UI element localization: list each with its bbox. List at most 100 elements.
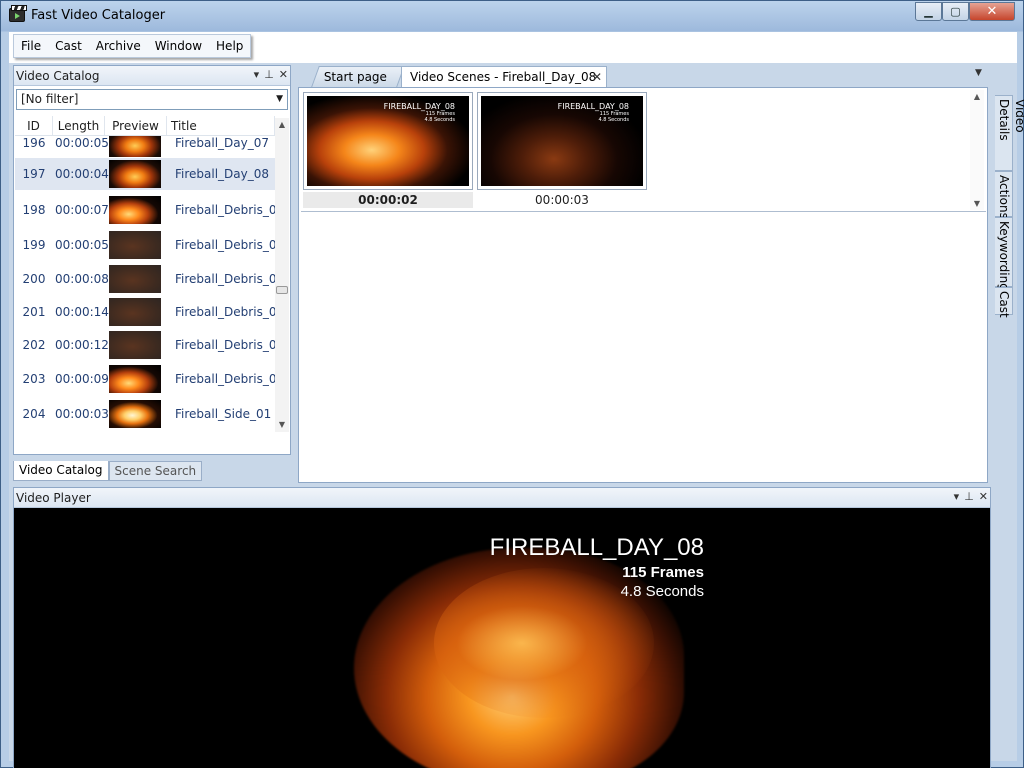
scroll-up-icon[interactable]: ▲ [970, 92, 984, 101]
tab-video-scenes-label: Video Scenes - Fireball_Day_08 [410, 70, 597, 84]
column-title[interactable]: Title [167, 116, 275, 135]
column-preview[interactable]: Preview [105, 116, 167, 135]
panel-close-icon[interactable]: ✕ [979, 490, 988, 503]
scroll-down-icon[interactable]: ▼ [275, 418, 289, 432]
tab-close-icon[interactable]: ✕ [592, 67, 602, 87]
column-length[interactable]: Length [53, 116, 105, 135]
row-length: 00:00:09 [55, 372, 109, 386]
scrollbar-thumb[interactable] [276, 286, 288, 294]
menu-help[interactable]: Help [209, 39, 250, 53]
panel-menu-icon[interactable]: ▾ [954, 490, 960, 503]
table-row[interactable]: 198 00:00:07 Fireball_Debris_01 [15, 193, 277, 226]
video-thumbnail [109, 136, 161, 157]
dock-area: Video Catalog ▾ ⊥ ✕ [No filter] ▼ ID Len… [9, 63, 1024, 768]
video-thumbnail [109, 330, 161, 359]
scene-thumbnail[interactable]: FIREBALL_DAY_08 115 Frames 4.8 Seconds 0… [303, 92, 473, 208]
tab-keywording-label: Keywording [997, 221, 1011, 291]
video-overlay-seconds: 4.8 Seconds [620, 583, 704, 600]
row-id: 197 [22, 167, 46, 181]
row-id: 204 [22, 407, 46, 421]
table-row[interactable]: 196 00:00:05 Fireball_Day_07 [15, 136, 277, 157]
table-row[interactable]: 204 00:00:03 Fireball_Side_01 [15, 397, 277, 431]
row-length: 00:00:05 [55, 136, 109, 150]
row-length: 00:00:07 [55, 202, 109, 217]
tab-start-page-label: Start page [323, 70, 387, 84]
row-title: Fireball_Debris_01 [175, 202, 277, 217]
scene-overlay-title: FIREBALL_DAY_08 [383, 102, 455, 111]
scroll-down-icon[interactable]: ▼ [970, 199, 984, 208]
video-thumbnail [109, 365, 161, 393]
minimize-button[interactable]: ▁ [915, 2, 942, 21]
table-row[interactable]: 202 00:00:12 Fireball_Debris_05 [15, 328, 277, 361]
video-catalog-panel: Video Catalog ▾ ⊥ ✕ [No filter] ▼ ID Len… [13, 65, 291, 455]
video-thumbnail [109, 264, 161, 293]
row-id: 202 [22, 337, 46, 352]
document-tabs: Start page Video Scenes - Fireball_Day_0… [301, 65, 1001, 87]
row-id: 201 [22, 305, 46, 319]
filter-value: [No filter] [21, 92, 79, 106]
row-title: Fireball_Debris_06 [175, 372, 277, 386]
tab-cast-label: Cast [997, 291, 1011, 318]
pin-icon[interactable]: ⊥ [264, 68, 274, 81]
catalog-rows: 196 00:00:05 Fireball_Day_07 197 00:00:0… [15, 136, 277, 432]
scene-thumbnail[interactable]: FIREBALL_DAY_08 115 Frames 4.8 Seconds 0… [477, 92, 647, 208]
row-title: Fireball_Debris_05 [175, 337, 277, 352]
scene-frame: FIREBALL_DAY_08 115 Frames 4.8 Seconds [303, 92, 473, 190]
catalog-scrollbar[interactable]: ▲ ▼ [275, 118, 289, 432]
catalog-bottom-tabs: Video Catalog Scene Search [13, 461, 203, 481]
row-id: 200 [22, 271, 46, 286]
video-surface[interactable]: FIREBALL_DAY_08 115 Frames 4.8 Seconds [14, 508, 990, 768]
video-thumbnail [109, 160, 161, 188]
menu-cast[interactable]: Cast [48, 39, 89, 53]
menu-file[interactable]: File [14, 39, 48, 53]
table-row[interactable]: 203 00:00:09 Fireball_Debris_06 [15, 362, 277, 396]
catalog-grid: ID Length Preview Title 196 00:00:05 Fir… [15, 116, 289, 432]
clapperboard-icon [9, 5, 27, 22]
scene-image: FIREBALL_DAY_08 115 Frames 4.8 Seconds [481, 96, 643, 186]
scene-frame: FIREBALL_DAY_08 115 Frames 4.8 Seconds [477, 92, 647, 190]
panel-menu-icon[interactable]: ▾ [254, 68, 260, 81]
scroll-up-icon[interactable]: ▲ [275, 118, 289, 132]
table-row[interactable]: 199 00:00:05 Fireball_Debris_02 [15, 228, 277, 261]
row-length: 00:00:08 [55, 271, 109, 286]
tab-actions[interactable]: Actions [995, 171, 1013, 219]
title-bar[interactable]: Fast Video Cataloger ▁ ▢ ✕ [1, 1, 1023, 31]
maximize-button[interactable]: ▢ [942, 2, 969, 21]
row-id: 196 [22, 136, 46, 150]
client-area: File Cast Archive Window Help Video Cata… [9, 32, 1024, 768]
video-player-title: Video Player [16, 490, 91, 505]
app-window: Fast Video Cataloger ▁ ▢ ✕ File Cast Arc… [0, 0, 1024, 768]
scene-strip: FIREBALL_DAY_08 115 Frames 4.8 Seconds 0… [301, 90, 986, 212]
row-length: 00:00:05 [55, 237, 109, 252]
tab-video-scenes[interactable]: Video Scenes - Fireball_Day_08 ✕ [401, 66, 607, 87]
close-button[interactable]: ✕ [969, 2, 1015, 21]
pin-icon[interactable]: ⊥ [964, 490, 974, 503]
menu-archive[interactable]: Archive [89, 39, 148, 53]
menu-window[interactable]: Window [148, 39, 209, 53]
panel-close-icon[interactable]: ✕ [279, 68, 288, 81]
filter-dropdown[interactable]: [No filter] ▼ [16, 89, 288, 110]
row-id: 198 [22, 202, 46, 217]
video-player-header: Video Player ▾ ⊥ ✕ [14, 488, 990, 508]
table-row[interactable]: 200 00:00:08 Fireball_Debris_03 [15, 262, 277, 295]
tab-cast[interactable]: Cast [995, 287, 1013, 318]
scene-scrollbar[interactable]: ▲ ▼ [970, 90, 984, 210]
row-length: 00:00:12 [55, 337, 109, 352]
chevron-down-icon: ▼ [276, 94, 283, 104]
table-row-selected[interactable]: 197 00:00:04 Fireball_Day_08 [15, 158, 277, 190]
tab-video-catalog[interactable]: Video Catalog [13, 461, 109, 481]
video-thumbnail [109, 298, 161, 326]
row-title: Fireball_Side_01 [175, 407, 272, 421]
grid-header: ID Length Preview Title [15, 116, 289, 136]
tab-start-page[interactable]: Start page [311, 66, 405, 87]
side-tabs: Video Details Actions Keywording Cast [995, 95, 1024, 318]
document-menu-icon[interactable]: ▼ [975, 68, 982, 78]
video-thumbnail [109, 400, 161, 428]
column-id[interactable]: ID [15, 116, 53, 135]
tab-video-details[interactable]: Video Details [995, 95, 1024, 171]
tab-scene-search[interactable]: Scene Search [108, 461, 203, 481]
scene-overlay: FIREBALL_DAY_08 115 Frames 4.8 Seconds [558, 102, 629, 123]
tab-keywording[interactable]: Keywording [995, 217, 1013, 291]
row-id: 203 [22, 372, 46, 386]
table-row[interactable]: 201 00:00:14 Fireball_Debris_04 [15, 296, 277, 328]
